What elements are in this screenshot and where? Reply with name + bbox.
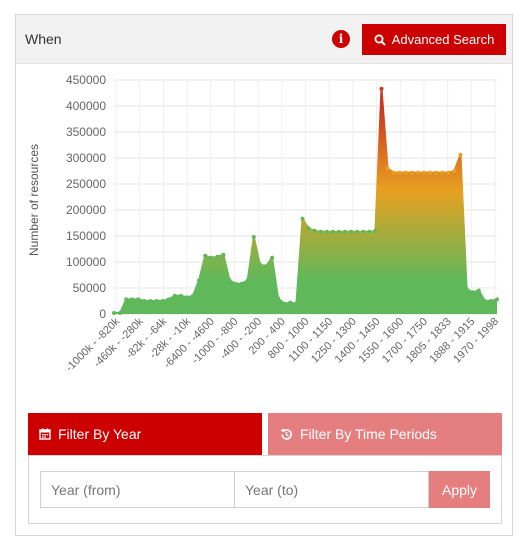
- data-point[interactable]: [312, 228, 317, 233]
- data-point[interactable]: [300, 216, 305, 221]
- data-point[interactable]: [446, 170, 451, 175]
- data-point[interactable]: [209, 255, 214, 260]
- y-tick-label: 150000: [66, 229, 106, 243]
- data-point[interactable]: [379, 86, 384, 91]
- data-point[interactable]: [482, 299, 487, 303]
- data-point[interactable]: [124, 297, 129, 302]
- data-point[interactable]: [373, 228, 378, 233]
- data-point[interactable]: [306, 226, 311, 231]
- data-point[interactable]: [148, 299, 153, 303]
- panel-header: When i Advanced Search: [16, 15, 512, 64]
- data-point[interactable]: [440, 170, 445, 175]
- year-to-placeholder: Year (to): [245, 481, 299, 498]
- year-to-input[interactable]: Year (to): [234, 471, 429, 508]
- data-point[interactable]: [130, 297, 135, 302]
- data-point[interactable]: [245, 278, 250, 283]
- data-point[interactable]: [397, 170, 402, 175]
- advanced-search-label: Advanced Search: [391, 32, 495, 47]
- history-icon: [280, 428, 292, 440]
- data-point[interactable]: [343, 229, 347, 234]
- data-point[interactable]: [215, 254, 220, 259]
- tab-filter-by-year[interactable]: Filter By Year: [28, 413, 262, 455]
- data-point[interactable]: [428, 170, 433, 175]
- data-point[interactable]: [409, 170, 414, 175]
- y-tick-label: 100000: [66, 255, 106, 269]
- data-point[interactable]: [191, 293, 195, 298]
- data-point[interactable]: [318, 229, 323, 234]
- data-point[interactable]: [476, 288, 481, 293]
- data-point[interactable]: [112, 311, 116, 315]
- data-point[interactable]: [330, 229, 335, 234]
- when-panel: When i Advanced Search 0 50000 100000 15000…: [15, 14, 513, 536]
- data-point[interactable]: [172, 293, 177, 298]
- data-point[interactable]: [239, 281, 244, 286]
- apply-button[interactable]: Apply: [429, 471, 490, 508]
- y-tick-label: 0: [99, 307, 106, 321]
- search-icon: [374, 34, 386, 46]
- data-point[interactable]: [178, 293, 183, 298]
- data-point[interactable]: [416, 170, 420, 175]
- data-point[interactable]: [118, 311, 123, 315]
- y-axis-label: Number of resources: [27, 144, 41, 256]
- data-point[interactable]: [160, 299, 165, 303]
- data-point[interactable]: [251, 235, 256, 239]
- data-point[interactable]: [434, 170, 439, 175]
- data-point[interactable]: [221, 252, 226, 257]
- y-tick-label: 200000: [66, 203, 106, 217]
- data-point[interactable]: [324, 229, 329, 234]
- data-point[interactable]: [185, 295, 189, 300]
- data-point[interactable]: [257, 262, 262, 267]
- data-point[interactable]: [154, 299, 159, 303]
- data-point[interactable]: [264, 264, 268, 269]
- y-tick-label: 300000: [66, 151, 106, 165]
- panel-title: When: [25, 31, 62, 47]
- data-point[interactable]: [361, 229, 366, 234]
- data-point[interactable]: [464, 287, 469, 291]
- tab-filter-by-time-periods[interactable]: Filter By Time Periods: [268, 413, 502, 455]
- data-point[interactable]: [166, 297, 171, 302]
- data-point[interactable]: [227, 278, 232, 283]
- data-point[interactable]: [288, 300, 293, 305]
- resources-area-chart: 0 50000 100000 150000 200000 250000 300000 3500…: [27, 73, 501, 374]
- data-point[interactable]: [391, 170, 396, 175]
- data-point[interactable]: [142, 299, 147, 303]
- year-filter-form: Year (from) Year (to) Apply: [28, 455, 502, 524]
- year-from-input[interactable]: Year (from): [40, 471, 235, 508]
- data-point[interactable]: [355, 229, 360, 234]
- data-point[interactable]: [458, 152, 463, 157]
- data-point[interactable]: [136, 297, 141, 302]
- y-tick-label: 400000: [66, 99, 106, 113]
- y-tick-label: 350000: [66, 125, 106, 139]
- data-point[interactable]: [422, 170, 426, 175]
- data-point[interactable]: [367, 229, 372, 234]
- data-point[interactable]: [270, 255, 275, 260]
- info-icon[interactable]: i: [332, 30, 350, 48]
- data-point[interactable]: [452, 169, 457, 173]
- advanced-search-button[interactable]: Advanced Search: [362, 24, 506, 55]
- calendar-icon: [39, 428, 51, 440]
- data-point[interactable]: [336, 229, 341, 234]
- data-point[interactable]: [488, 299, 493, 303]
- data-point[interactable]: [276, 296, 281, 301]
- data-point[interactable]: [197, 278, 202, 283]
- data-point[interactable]: [385, 166, 390, 171]
- data-point[interactable]: [470, 290, 475, 295]
- data-point[interactable]: [282, 301, 287, 306]
- y-tick-label: 250000: [66, 177, 106, 191]
- data-point[interactable]: [495, 297, 499, 302]
- data-point[interactable]: [349, 229, 354, 234]
- tab-year-label: Filter By Year: [58, 426, 142, 442]
- y-tick-label: 450000: [66, 73, 106, 87]
- year-from-placeholder: Year (from): [51, 481, 121, 498]
- data-point[interactable]: [294, 301, 299, 306]
- data-point[interactable]: [203, 253, 208, 258]
- data-point[interactable]: [403, 170, 408, 175]
- filter-tabs: Filter By Year Filter By Time Periods: [28, 413, 502, 455]
- y-tick-label: 50000: [73, 281, 107, 295]
- data-point[interactable]: [233, 281, 238, 286]
- tab-periods-label: Filter By Time Periods: [300, 426, 437, 442]
